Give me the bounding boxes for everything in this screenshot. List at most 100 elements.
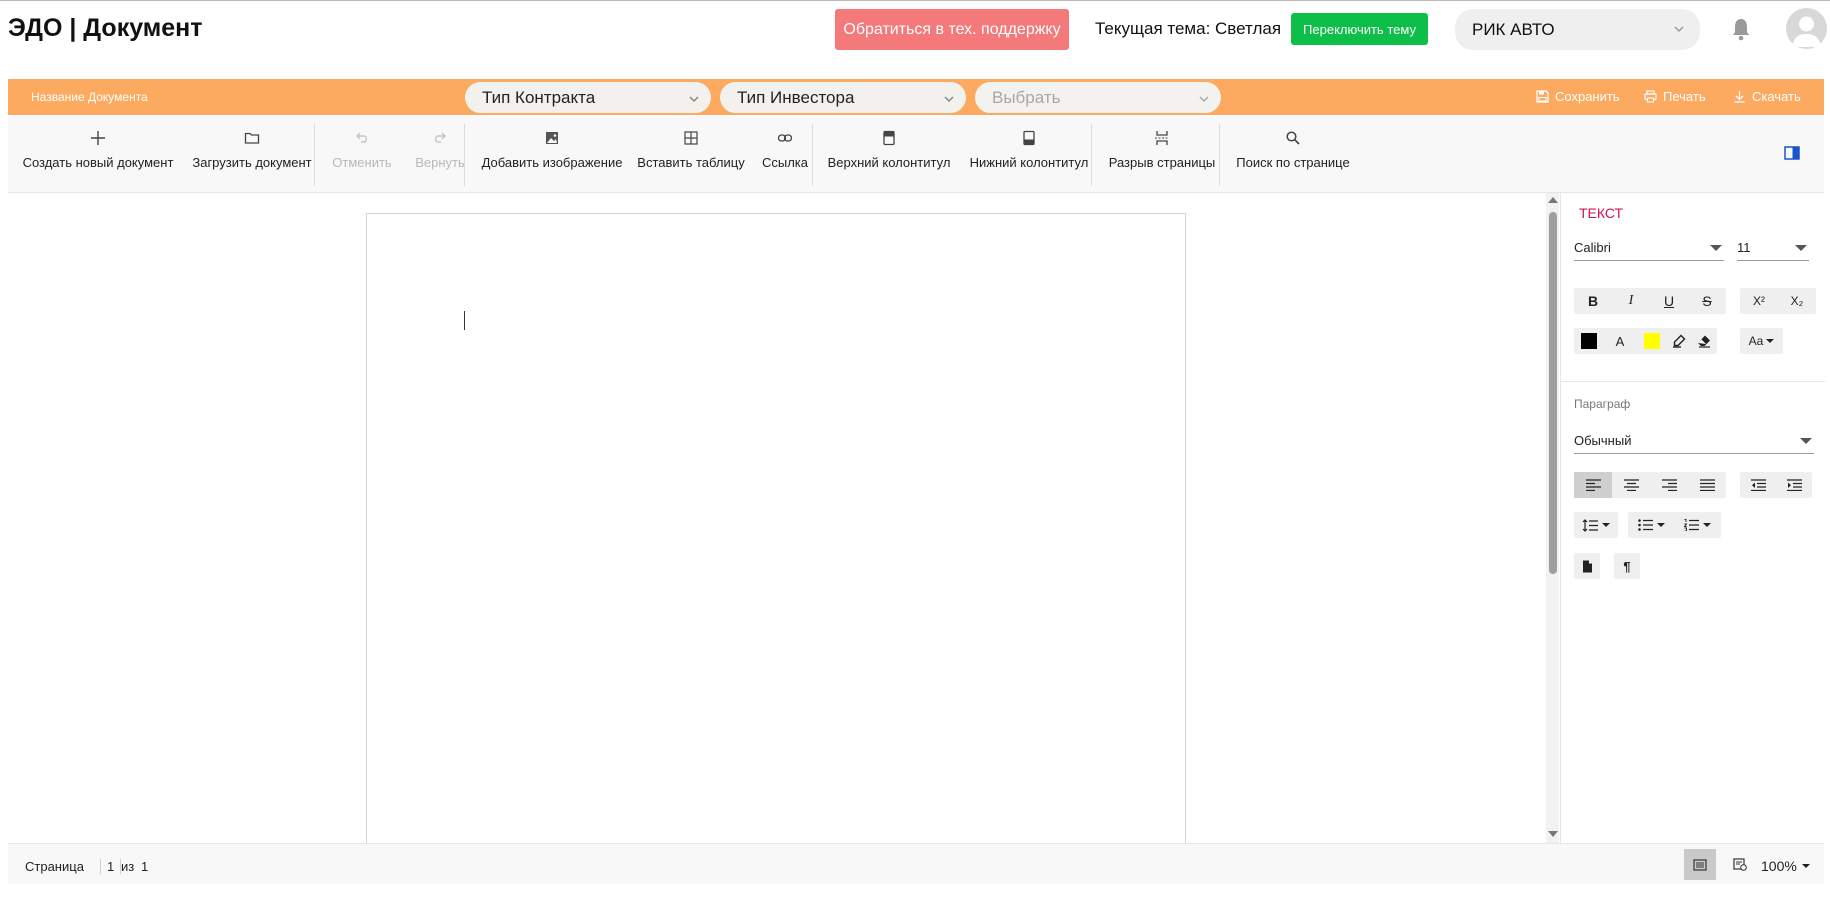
generic-select[interactable]: Выбрать xyxy=(975,82,1221,113)
print-button[interactable]: Печать xyxy=(1644,89,1706,104)
eraser-icon xyxy=(1698,335,1710,348)
page-header-icon xyxy=(883,130,895,146)
highlight-color-swatch[interactable] xyxy=(1637,328,1666,354)
color-group: A xyxy=(1574,328,1717,354)
page-break-icon xyxy=(1155,131,1169,145)
save-icon xyxy=(1536,90,1549,103)
ribbon-divider xyxy=(812,124,813,186)
bold-button[interactable]: B xyxy=(1574,288,1612,314)
top-header: ЭДО | Документ Обратиться в тех. поддерж… xyxy=(0,0,1830,78)
zoom-select[interactable]: 100% xyxy=(1761,858,1810,874)
font-color-swatch[interactable] xyxy=(1574,328,1603,354)
scroll-up-arrow-icon[interactable] xyxy=(1548,197,1558,203)
text-section-title: ТЕКСТ xyxy=(1579,205,1624,221)
footer-button[interactable]: Нижний колонтитул xyxy=(960,116,1098,193)
page-footer-icon xyxy=(1023,130,1035,146)
highlight-button[interactable] xyxy=(1666,328,1691,354)
investor-type-select[interactable]: Тип Инвестора xyxy=(720,82,966,113)
italic-button[interactable]: I xyxy=(1612,288,1650,314)
download-icon xyxy=(1734,91,1745,103)
find-on-page-button[interactable]: Поиск по странице xyxy=(1228,116,1358,193)
line-spacing-icon xyxy=(1582,518,1598,532)
font-family-select[interactable]: Calibri xyxy=(1574,233,1724,261)
formatting-panel: ТЕКСТ Calibri 11 B I U S X² X₂ A Aa Пара… xyxy=(1560,193,1825,843)
undo-label: Отменить xyxy=(332,155,392,170)
header-button[interactable]: Верхний колонтитул xyxy=(820,116,958,193)
avatar[interactable] xyxy=(1786,8,1827,49)
clear-format-button[interactable] xyxy=(1691,328,1717,354)
link-button[interactable]: Ссылка xyxy=(753,116,817,193)
document-name[interactable]: Название Документа xyxy=(31,90,148,104)
strikethrough-button[interactable]: S xyxy=(1688,288,1726,314)
toggle-panel-icon[interactable] xyxy=(1784,146,1800,160)
show-formatting-marks-button[interactable]: ¶ xyxy=(1614,553,1640,579)
show-marks-group: ¶ xyxy=(1614,553,1640,579)
document-page[interactable] xyxy=(366,213,1186,853)
subscript-button[interactable]: X₂ xyxy=(1778,288,1816,314)
add-image-label: Добавить изображение xyxy=(481,155,623,170)
scroll-down-arrow-icon[interactable] xyxy=(1548,831,1558,837)
bell-icon[interactable] xyxy=(1730,15,1752,43)
folder-icon xyxy=(244,132,260,144)
upload-document-label: Загрузить документ xyxy=(192,155,312,170)
undo-button[interactable]: Отменить xyxy=(322,116,402,193)
paragraph-style-value: Обычный xyxy=(1574,433,1632,448)
editor-scrollbar[interactable] xyxy=(1546,193,1559,843)
new-document-button[interactable]: Создать новый документ xyxy=(18,116,178,193)
redo-icon xyxy=(435,132,446,143)
increase-indent-button[interactable] xyxy=(1776,472,1812,498)
font-size-select[interactable]: 11 xyxy=(1737,233,1809,261)
web-layout-view-button[interactable] xyxy=(1724,849,1756,880)
indent-icon xyxy=(1786,479,1802,491)
support-button[interactable]: Обратиться в тех. поддержку xyxy=(835,9,1069,50)
alignment-group xyxy=(1574,472,1726,498)
caret-down-icon xyxy=(1656,523,1665,527)
total-pages: 1 xyxy=(141,859,149,874)
line-spacing-button[interactable] xyxy=(1574,512,1618,538)
bullet-list-button[interactable] xyxy=(1628,512,1674,538)
ribbon-divider xyxy=(1219,124,1220,186)
scroll-thumb[interactable] xyxy=(1549,212,1557,574)
align-right-button[interactable] xyxy=(1650,472,1688,498)
caret-down-icon xyxy=(1800,438,1812,444)
page-label: Страница xyxy=(25,859,84,874)
document-icon xyxy=(1582,560,1592,572)
underline-button[interactable]: U xyxy=(1650,288,1688,314)
insert-table-label: Вставить таблицу xyxy=(637,155,745,170)
page-properties-button[interactable] xyxy=(1574,553,1600,579)
text-cursor xyxy=(464,311,465,330)
align-center-icon xyxy=(1623,479,1639,491)
status-bar: Страница 1 из 1 100% xyxy=(8,843,1824,884)
download-button[interactable]: Скачать xyxy=(1733,89,1801,104)
paragraph-section-title: Параграф xyxy=(1574,397,1631,411)
new-document-label: Создать новый документ xyxy=(22,155,174,170)
change-case-button[interactable]: Aa xyxy=(1740,328,1783,354)
superscript-button[interactable]: X² xyxy=(1740,288,1778,314)
print-layout-view-button[interactable] xyxy=(1684,849,1716,880)
select-placeholder: Выбрать xyxy=(992,87,1061,107)
redo-button[interactable]: Вернуть xyxy=(400,116,480,193)
paragraph-style-select[interactable]: Обычный xyxy=(1574,426,1814,454)
page-break-button[interactable]: Разрыв страницы xyxy=(1100,116,1224,193)
black-swatch xyxy=(1580,333,1597,349)
current-page-input[interactable]: 1 xyxy=(100,859,122,874)
caret-down-icon xyxy=(1702,523,1711,527)
add-image-button[interactable]: Добавить изображение xyxy=(470,116,634,193)
insert-table-button[interactable]: Вставить таблицу xyxy=(626,116,756,193)
upload-document-button[interactable]: Загрузить документ xyxy=(185,116,319,193)
align-left-button[interactable] xyxy=(1574,472,1612,498)
outdent-icon xyxy=(1750,479,1766,491)
align-justify-button[interactable] xyxy=(1688,472,1726,498)
of-label: из xyxy=(121,859,135,874)
zoom-value: 100% xyxy=(1761,858,1797,874)
footer-label: Нижний колонтитул xyxy=(969,155,1089,170)
organization-select[interactable]: РИК АВТО xyxy=(1455,9,1700,50)
decrease-indent-button[interactable] xyxy=(1740,472,1776,498)
font-color-button[interactable]: A xyxy=(1603,328,1637,354)
chevron-down-icon xyxy=(1674,26,1684,33)
numbered-list-button[interactable] xyxy=(1674,512,1720,538)
switch-theme-button[interactable]: Переключить тему xyxy=(1291,13,1428,45)
align-center-button[interactable] xyxy=(1612,472,1650,498)
save-button[interactable]: Сохранить xyxy=(1536,89,1620,104)
contract-type-select[interactable]: Тип Контракта xyxy=(465,82,711,113)
